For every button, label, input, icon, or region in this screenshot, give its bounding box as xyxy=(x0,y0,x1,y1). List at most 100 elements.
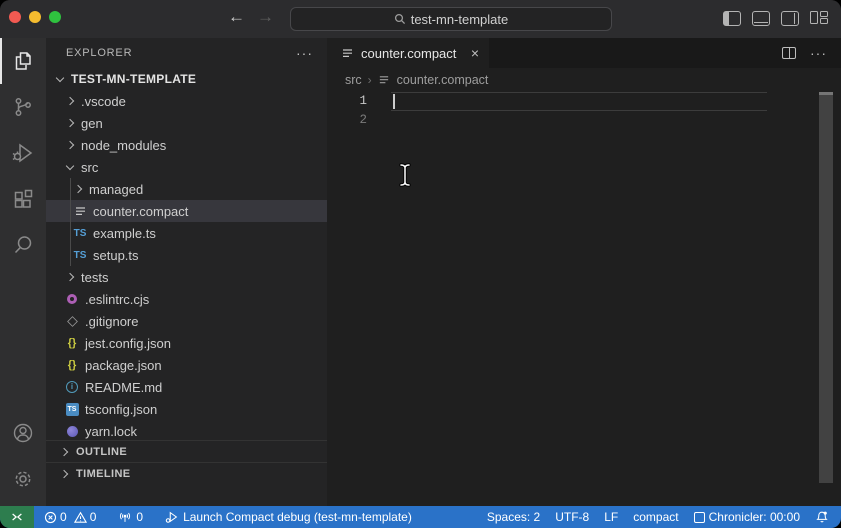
chronicler-label: Chronicler: 00:00 xyxy=(709,510,800,524)
mouse-cursor-ibeam xyxy=(397,162,413,188)
traffic-lights xyxy=(9,11,61,23)
breadcrumb-folder[interactable]: src xyxy=(345,73,362,87)
account-button[interactable] xyxy=(0,410,46,456)
chevron-right-icon xyxy=(60,447,68,455)
error-count: 0 xyxy=(60,510,67,524)
tree-item-example-ts[interactable]: TSexample.ts xyxy=(46,222,327,244)
tree-item-tsconfig[interactable]: TStsconfig.json xyxy=(46,398,327,420)
zoom-window-button[interactable] xyxy=(49,11,61,23)
explorer-more-actions-icon[interactable]: ··· xyxy=(296,45,313,61)
remote-indicator[interactable] xyxy=(0,506,34,528)
chevron-right-icon xyxy=(66,141,74,149)
tree-item-tests[interactable]: tests xyxy=(46,266,327,288)
breadcrumb-separator-icon: › xyxy=(368,73,372,87)
tree-item-readme[interactable]: iREADME.md xyxy=(46,376,327,398)
explorer-view-button[interactable] xyxy=(0,38,46,84)
tab-counter-compact[interactable]: counter.compact × xyxy=(327,38,489,68)
list-file-icon xyxy=(72,203,88,219)
close-tab-icon[interactable]: × xyxy=(471,45,479,61)
toggle-secondary-sidebar-icon[interactable] xyxy=(781,11,799,26)
search-value: test-mn-template xyxy=(411,12,509,27)
search-view-button[interactable] xyxy=(0,222,46,268)
timeline-section-header[interactable]: TIMELINE xyxy=(46,462,327,484)
account-icon xyxy=(11,421,35,445)
editor-more-actions-icon[interactable]: ··· xyxy=(810,45,827,61)
toggle-primary-sidebar-icon[interactable] xyxy=(723,11,741,26)
eol-status[interactable]: LF xyxy=(604,510,618,524)
extensions-icon xyxy=(11,187,35,211)
customize-layout-icon[interactable] xyxy=(810,11,828,24)
settings-gear-icon xyxy=(11,467,35,491)
typescript-icon: TS xyxy=(72,225,88,241)
command-center-search[interactable]: test-mn-template xyxy=(290,7,612,31)
settings-button[interactable] xyxy=(0,456,46,502)
tree-item-label: yarn.lock xyxy=(85,424,137,439)
tree-item-eslintrc[interactable]: .eslintrc.cjs xyxy=(46,288,327,310)
minimize-window-button[interactable] xyxy=(29,11,41,23)
tree-item-jest-config[interactable]: {}jest.config.json xyxy=(46,332,327,354)
activity-bar xyxy=(0,38,46,506)
run-debug-view-button[interactable] xyxy=(0,130,46,176)
tree-item-label: jest.config.json xyxy=(85,336,171,351)
files-icon xyxy=(11,49,35,73)
editor-content[interactable]: 1 2 xyxy=(327,92,841,506)
debug-launch-status[interactable]: Launch Compact debug (test-mn-template) xyxy=(165,510,412,524)
tree-item-gen[interactable]: gen xyxy=(46,112,327,134)
list-file-icon xyxy=(339,45,355,61)
line-number: 1 xyxy=(327,92,367,111)
tree-item-yarn-lock[interactable]: yarn.lock xyxy=(46,420,327,442)
tree-item-node-modules[interactable]: node_modules xyxy=(46,134,327,156)
chronicler-status[interactable]: Chronicler: 00:00 xyxy=(694,510,800,524)
explorer-sidebar: EXPLORER ··· TEST-MN-TEMPLATE .vscode ge… xyxy=(46,38,327,506)
bell-icon xyxy=(815,510,829,524)
extensions-view-button[interactable] xyxy=(0,176,46,222)
stop-square-icon xyxy=(694,512,705,523)
tree-item-setup-ts[interactable]: TSsetup.ts xyxy=(46,244,327,266)
tree-item-src[interactable]: src xyxy=(46,156,327,178)
back-arrow-icon[interactable]: ← xyxy=(228,7,245,27)
tree-item-managed[interactable]: managed xyxy=(46,178,327,200)
chevron-right-icon xyxy=(66,119,74,127)
breadcrumb: src › counter.compact xyxy=(327,68,841,92)
tree-item-vscode[interactable]: .vscode xyxy=(46,90,327,112)
current-line-highlight xyxy=(391,92,767,111)
tree-item-label: tsconfig.json xyxy=(85,402,157,417)
encoding-status[interactable]: UTF-8 xyxy=(555,510,589,524)
warning-count: 0 xyxy=(90,510,97,524)
tree-item-label: managed xyxy=(89,182,143,197)
search-icon xyxy=(394,13,406,25)
ports-status[interactable]: 0 xyxy=(118,510,143,524)
editor-group: counter.compact × ··· src › counter.comp… xyxy=(327,38,841,506)
problems-status[interactable]: 0 0 xyxy=(44,510,96,524)
typescript-icon: TS xyxy=(72,247,88,263)
tree-root-folder[interactable]: TEST-MN-TEMPLATE xyxy=(46,68,327,90)
tree-item-label: gen xyxy=(81,116,103,131)
language-mode-status[interactable]: compact xyxy=(633,510,678,524)
source-control-icon xyxy=(11,95,35,119)
chevron-right-icon xyxy=(66,273,74,281)
editor-scrollbar[interactable] xyxy=(819,92,833,483)
tree-item-label: .vscode xyxy=(81,94,126,109)
close-window-button[interactable] xyxy=(9,11,21,23)
breadcrumb-file[interactable]: counter.compact xyxy=(397,73,489,87)
indent-guide xyxy=(70,178,71,266)
tree-item-gitignore[interactable]: .gitignore xyxy=(46,310,327,332)
tree-item-label: tests xyxy=(81,270,108,285)
outline-section-header[interactable]: OUTLINE xyxy=(46,440,327,462)
tree-item-label: src xyxy=(81,160,98,175)
chevron-right-icon xyxy=(74,185,82,193)
outline-label: OUTLINE xyxy=(76,446,127,458)
git-icon xyxy=(64,313,80,329)
radio-tower-icon xyxy=(118,510,132,524)
forward-arrow-icon[interactable]: → xyxy=(257,7,274,27)
split-editor-icon[interactable] xyxy=(782,47,796,59)
indentation-status[interactable]: Spaces: 2 xyxy=(487,510,540,524)
json-icon: {} xyxy=(64,357,80,373)
error-icon xyxy=(44,511,57,524)
tree-item-counter-compact[interactable]: counter.compact xyxy=(46,200,327,222)
source-control-view-button[interactable] xyxy=(0,84,46,130)
toggle-panel-icon[interactable] xyxy=(752,11,770,26)
notifications-button[interactable] xyxy=(815,510,829,524)
tree-item-package-json[interactable]: {}package.json xyxy=(46,354,327,376)
line-number: 2 xyxy=(327,111,367,130)
